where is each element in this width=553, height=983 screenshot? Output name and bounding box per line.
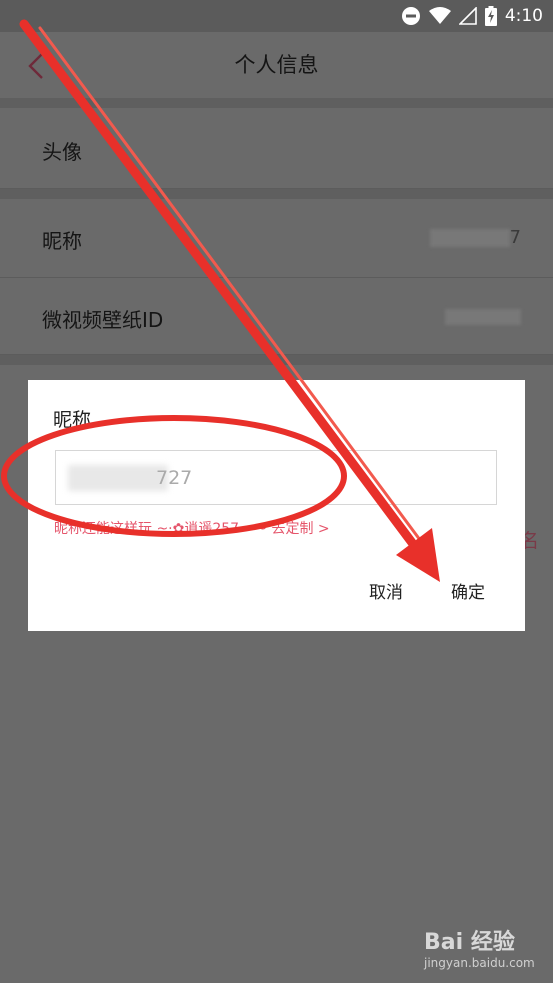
app-header: 个人信息 bbox=[0, 32, 553, 98]
dialog-title: 昵称 bbox=[53, 409, 92, 431]
watermark-url: jingyan.baidu.com bbox=[424, 956, 535, 970]
row-label-wallpaper-id: 微视频壁纸ID bbox=[42, 308, 164, 332]
nickname-input-value: 727 bbox=[156, 467, 193, 489]
baidu-jingyan-watermark: Bai 经验 jingyan.baidu.com bbox=[424, 924, 544, 974]
customize-nickname-link[interactable]: 昵称还能这样玩 ~·✿逍遥257~·~ 去定制 > bbox=[54, 518, 330, 538]
cancel-button[interactable]: 取消 bbox=[369, 578, 403, 603]
blurred-nickname bbox=[429, 229, 510, 247]
section-divider bbox=[0, 355, 553, 365]
wifi-icon bbox=[428, 7, 451, 24]
status-icons: 4:10 bbox=[401, 0, 543, 32]
signal-icon bbox=[458, 7, 477, 25]
row-nickname[interactable]: 昵称 7 bbox=[0, 199, 553, 278]
row-value-nickname: 7 bbox=[429, 227, 521, 248]
status-bar: 4:10 bbox=[0, 0, 553, 32]
nickname-input[interactable]: 727 bbox=[55, 450, 497, 505]
row-label-nickname: 昵称 bbox=[42, 229, 82, 253]
row-avatar[interactable]: 头像 bbox=[0, 108, 553, 189]
blurred-input-text bbox=[68, 465, 168, 491]
row-value-wallpaper-id bbox=[445, 306, 521, 327]
section-divider bbox=[0, 189, 553, 199]
row-wallpaper-id[interactable]: 微视频壁纸ID bbox=[0, 278, 553, 355]
do-not-disturb-icon bbox=[401, 7, 420, 25]
watermark-brand: Bai 经验 bbox=[424, 930, 515, 955]
battery-charging-icon bbox=[484, 6, 497, 26]
page-title: 个人信息 bbox=[234, 53, 319, 77]
nickname-dialog: 昵称 727 昵称还能这样玩 ~·✿逍遥257~·~ 去定制 > 取消 确定 bbox=[28, 380, 525, 631]
section-divider bbox=[0, 98, 553, 108]
row-label-avatar: 头像 bbox=[42, 140, 82, 164]
status-time: 4:10 bbox=[504, 6, 543, 26]
confirm-button[interactable]: 确定 bbox=[451, 578, 485, 603]
blurred-id bbox=[445, 309, 521, 325]
